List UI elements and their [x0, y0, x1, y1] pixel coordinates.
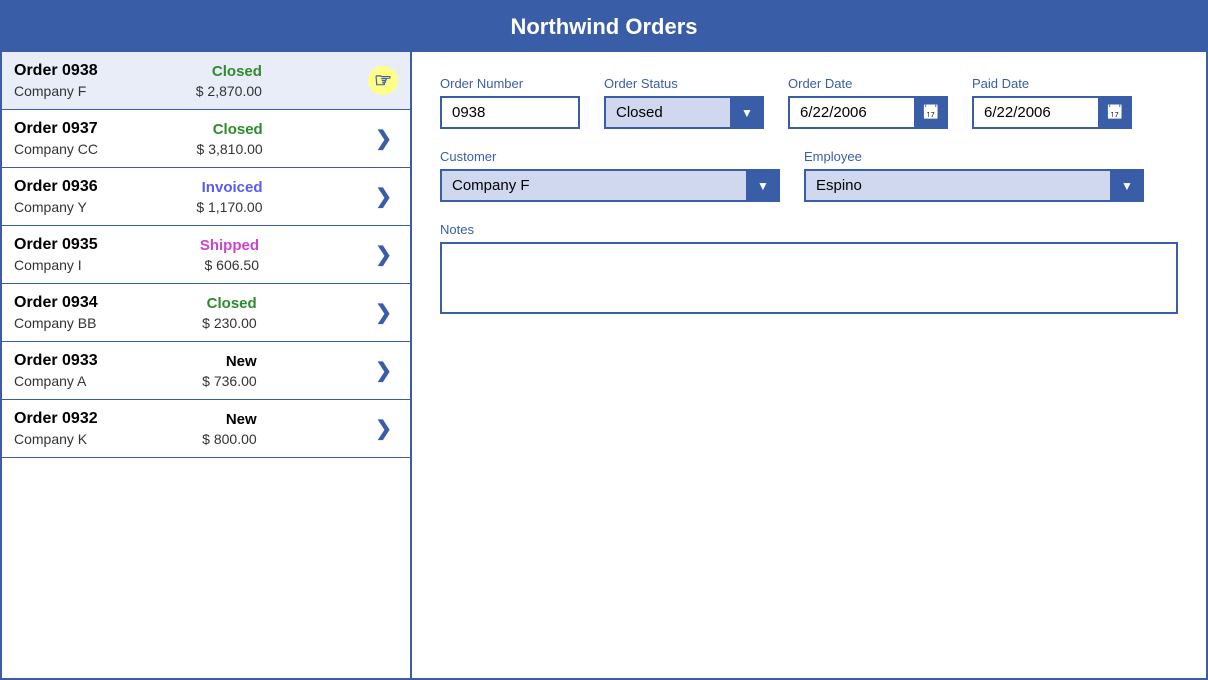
order-company: Company F: [14, 83, 98, 99]
order-date-calendar-icon[interactable]: [914, 96, 948, 129]
order-chevron-button[interactable]: ❯: [369, 414, 398, 443]
order-company: Company I: [14, 257, 98, 273]
order-status-label: Order Status: [604, 76, 764, 91]
order-status-badge: New: [226, 411, 257, 428]
order-number-group: Order Number: [440, 76, 580, 129]
order-name: Order 0938: [14, 62, 98, 80]
list-item[interactable]: Order 0932 Company K New $ 800.00 ❯: [2, 400, 410, 458]
order-name: Order 0935: [14, 236, 98, 254]
order-amount: $ 1,170.00: [196, 199, 262, 215]
employee-label: Employee: [804, 149, 1144, 164]
order-company: Company A: [14, 373, 98, 389]
order-date-group: Order Date: [788, 76, 948, 129]
detail-panel: Order Number Order Status Closed New Inv…: [412, 52, 1206, 678]
order-name: Order 0932: [14, 410, 98, 428]
paid-date-label: Paid Date: [972, 76, 1132, 91]
order-status-badge: Invoiced: [202, 179, 263, 196]
customer-select-wrap: Company F Company CC Company Y Company I…: [440, 169, 780, 202]
employee-select[interactable]: Espino Davolio Fuller Leverling Peacock: [804, 169, 1144, 202]
notes-label: Notes: [440, 222, 1178, 237]
order-company: Company K: [14, 431, 98, 447]
order-status-select-wrap: Closed New Invoiced Shipped: [604, 96, 764, 129]
paid-date-wrap: [972, 96, 1132, 129]
order-name: Order 0933: [14, 352, 98, 370]
order-chevron-button[interactable]: ☞: [368, 66, 398, 95]
order-chevron-button[interactable]: ❯: [369, 240, 398, 269]
employee-select-wrap: Espino Davolio Fuller Leverling Peacock: [804, 169, 1144, 202]
order-date-label: Order Date: [788, 76, 948, 91]
order-company: Company Y: [14, 199, 98, 215]
list-item[interactable]: Order 0935 Company I Shipped $ 606.50 ❯: [2, 226, 410, 284]
app-title: Northwind Orders: [510, 14, 697, 39]
order-amount: $ 3,810.00: [197, 141, 263, 157]
order-chevron-button[interactable]: ❯: [369, 182, 398, 211]
order-chevron-button[interactable]: ❯: [369, 298, 398, 327]
app-container: Northwind Orders Order 0938 Company F Clos…: [0, 0, 1208, 680]
customer-group: Customer Company F Company CC Company Y …: [440, 149, 780, 202]
order-name: Order 0937: [14, 120, 98, 138]
order-company: Company BB: [14, 315, 98, 331]
order-status-group: Order Status Closed New Invoiced Shipped: [604, 76, 764, 129]
list-item[interactable]: Order 0934 Company BB Closed $ 230.00 ❯: [2, 284, 410, 342]
list-item[interactable]: Order 0938 Company F Closed $ 2,870.00 ☞: [2, 52, 410, 110]
list-item[interactable]: Order 0937 Company CC Closed $ 3,810.00 ❯: [2, 110, 410, 168]
order-chevron-button[interactable]: ❯: [369, 356, 398, 385]
order-amount: $ 230.00: [202, 315, 257, 331]
app-header: Northwind Orders: [2, 2, 1206, 52]
order-amount: $ 800.00: [202, 431, 257, 447]
order-status-badge: Closed: [213, 121, 263, 138]
order-name: Order 0934: [14, 294, 98, 312]
order-status-badge: Shipped: [200, 237, 259, 254]
order-status-badge: New: [226, 353, 257, 370]
order-status-badge: Closed: [212, 63, 262, 80]
order-number-label: Order Number: [440, 76, 580, 91]
order-number-input[interactable]: [440, 96, 580, 129]
order-name: Order 0936: [14, 178, 98, 196]
notes-group: Notes: [440, 222, 1178, 314]
main-content: Order 0938Company FClosed$ 2,870.00☞Orde…: [2, 52, 1206, 678]
paid-date-calendar-icon[interactable]: [1098, 96, 1132, 129]
customer-label: Customer: [440, 149, 780, 164]
order-status-select[interactable]: Closed New Invoiced Shipped: [604, 96, 764, 129]
list-item[interactable]: Order 0936 Company Y Invoiced $ 1,170.00 ❯: [2, 168, 410, 226]
order-list: Order 0938Company FClosed$ 2,870.00☞Orde…: [2, 52, 412, 678]
order-amount: $ 606.50: [205, 257, 260, 273]
employee-group: Employee Espino Davolio Fuller Leverling…: [804, 149, 1144, 202]
order-status-badge: Closed: [207, 295, 257, 312]
list-item[interactable]: Order 0933 Company A New $ 736.00 ❯: [2, 342, 410, 400]
order-date-wrap: [788, 96, 948, 129]
paid-date-group: Paid Date: [972, 76, 1132, 129]
order-company: Company CC: [14, 141, 98, 157]
order-amount: $ 736.00: [202, 373, 257, 389]
form-row-1: Order Number Order Status Closed New Inv…: [440, 76, 1178, 129]
customer-select[interactable]: Company F Company CC Company Y Company I…: [440, 169, 780, 202]
order-chevron-button[interactable]: ❯: [369, 124, 398, 153]
notes-textarea[interactable]: [440, 242, 1178, 314]
form-row-2: Customer Company F Company CC Company Y …: [440, 149, 1178, 202]
order-amount: $ 2,870.00: [196, 83, 262, 99]
